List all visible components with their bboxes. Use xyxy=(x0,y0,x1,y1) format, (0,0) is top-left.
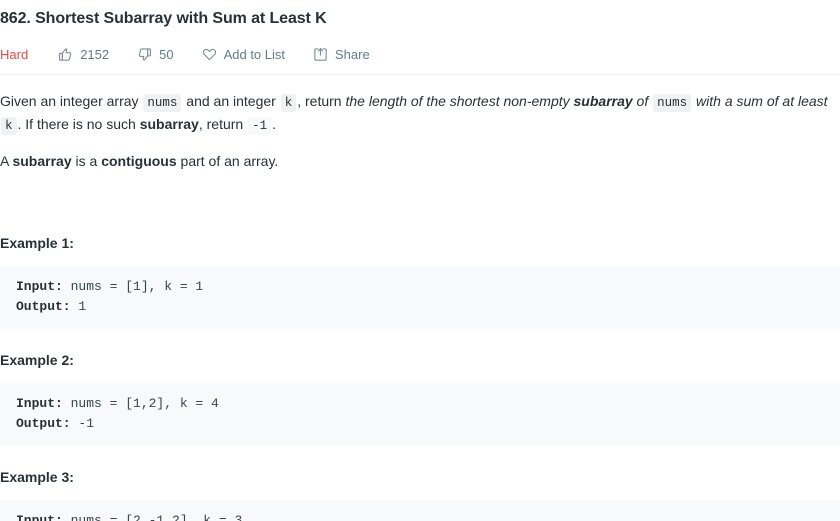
inline-code-k: k xyxy=(280,94,297,112)
problem-description-page: 862. Shortest Subarray with Sum at Least… xyxy=(0,0,840,521)
desc-text: , return xyxy=(297,93,346,109)
difficulty-badge: Hard xyxy=(0,46,29,62)
input-value: nums = [2,-1,2], k = 3 xyxy=(62,513,243,521)
output-label: Output: xyxy=(16,299,71,314)
inline-code-nums: nums xyxy=(143,94,182,112)
example-heading: Example 1: xyxy=(0,235,74,251)
example-code-block: Input: nums = [1], k = 1 Output: 1 xyxy=(0,266,840,329)
page-title: 862. Shortest Subarray with Sum at Least… xyxy=(0,10,327,27)
example-heading: Example 3: xyxy=(0,469,74,485)
example-block-2: Example 2: Input: nums = [1,2], k = 4 Ou… xyxy=(0,351,840,446)
description-paragraph-2: A subarray is a contiguous part of an ar… xyxy=(0,151,840,172)
input-label: Input: xyxy=(16,279,63,294)
example-code-block: Input: nums = [1,2], k = 4 Output: -1 xyxy=(0,383,840,446)
example-block-1: Example 1: Input: nums = [1], k = 1 Outp… xyxy=(0,234,840,329)
desc-emphasis: of xyxy=(632,93,653,109)
example-block-3: Example 3: Input: nums = [2,-1,2], k = 3… xyxy=(0,468,840,521)
input-label: Input: xyxy=(16,396,63,411)
desc-strong: subarray xyxy=(12,153,72,169)
like-count: 2152 xyxy=(80,46,110,62)
input-label: Input: xyxy=(16,513,63,521)
desc-strong: subarray xyxy=(139,116,199,132)
inline-code-nums: nums xyxy=(653,94,692,112)
example-code-block: Input: nums = [2,-1,2], k = 3 Output: 3 xyxy=(0,500,840,521)
description-paragraph-1: Given an integer array nums and an integ… xyxy=(0,91,840,137)
add-to-list-button[interactable]: Add to List xyxy=(202,47,285,62)
input-value: nums = [1], k = 1 xyxy=(62,279,204,294)
output-label: Output: xyxy=(16,416,71,431)
desc-text: . If there is no such xyxy=(17,116,140,132)
thumbs-down-icon xyxy=(137,47,152,62)
inline-code-k: k xyxy=(1,117,17,135)
desc-text: A xyxy=(0,153,13,169)
like-button[interactable]: 2152 xyxy=(58,47,109,62)
share-label: Share xyxy=(335,46,370,62)
example-heading: Example 2: xyxy=(0,352,74,368)
desc-text: . xyxy=(272,116,276,132)
desc-text: is a xyxy=(71,153,102,169)
share-icon xyxy=(313,47,328,62)
problem-meta-row: Hard 2152 50 Add to List Share xyxy=(0,40,840,68)
desc-text: Given an integer array xyxy=(0,93,143,109)
input-value: nums = [1,2], k = 4 xyxy=(62,396,219,411)
desc-text: and an integer xyxy=(182,93,280,109)
share-button[interactable]: Share xyxy=(313,47,370,62)
header-divider xyxy=(0,74,840,75)
thumbs-up-icon xyxy=(58,47,73,62)
desc-text: part of an array. xyxy=(176,153,279,169)
desc-strong: contiguous xyxy=(101,153,177,169)
inline-code-minus-one: -1 xyxy=(248,117,272,135)
output-value: -1 xyxy=(70,416,95,431)
desc-text: , return xyxy=(198,116,248,132)
dislike-button[interactable]: 50 xyxy=(137,46,174,62)
desc-emphasis-strong: subarray xyxy=(573,93,633,109)
desc-emphasis: with a sum of at least xyxy=(692,93,828,109)
desc-emphasis: the length of the shortest non-empty xyxy=(345,93,574,109)
heart-icon xyxy=(202,47,217,62)
output-value: 1 xyxy=(70,299,87,314)
dislike-count: 50 xyxy=(159,46,174,62)
add-to-list-label: Add to List xyxy=(223,46,286,62)
